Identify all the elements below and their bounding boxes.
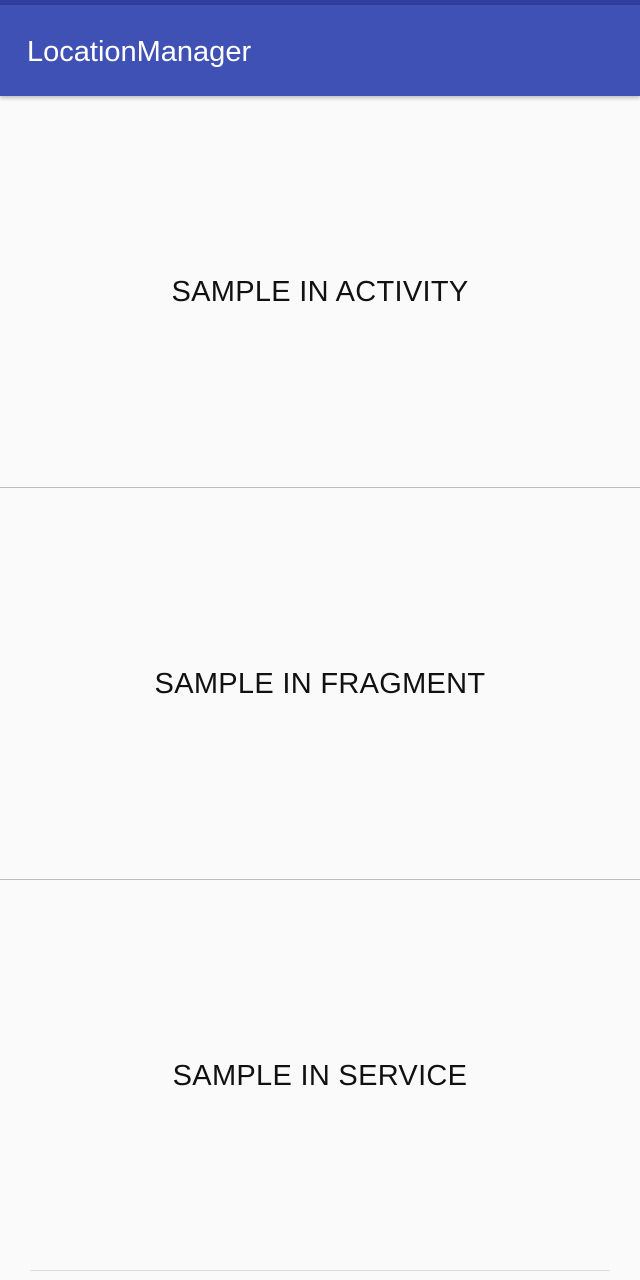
sample-in-fragment-label: SAMPLE IN FRAGMENT xyxy=(154,667,486,700)
bottom-divider xyxy=(30,1270,610,1271)
app-title: LocationManager xyxy=(27,36,252,68)
sample-in-activity-button[interactable]: SAMPLE IN ACTIVITY xyxy=(0,96,640,487)
sample-in-service-button[interactable]: SAMPLE IN SERVICE xyxy=(0,880,640,1271)
app-bar: LocationManager xyxy=(0,5,640,96)
sample-in-activity-label: SAMPLE IN ACTIVITY xyxy=(171,275,469,308)
sample-list: SAMPLE IN ACTIVITY SAMPLE IN FRAGMENT SA… xyxy=(0,96,640,1280)
sample-in-fragment-button[interactable]: SAMPLE IN FRAGMENT xyxy=(0,488,640,879)
sample-in-service-label: SAMPLE IN SERVICE xyxy=(172,1059,468,1092)
